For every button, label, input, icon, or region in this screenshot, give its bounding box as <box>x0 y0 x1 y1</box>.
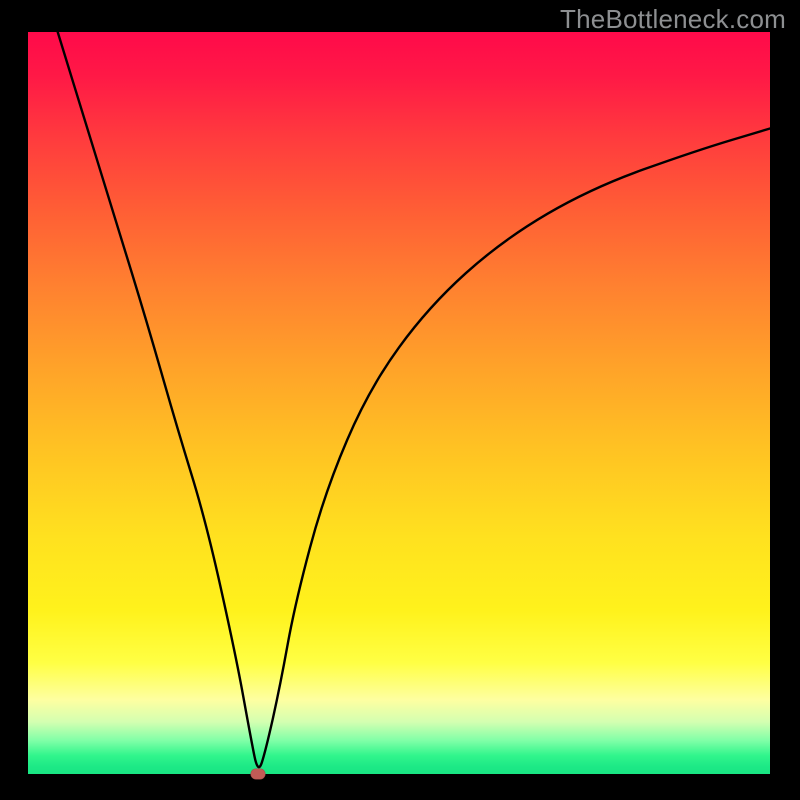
curve-path <box>58 32 770 767</box>
watermark-text: TheBottleneck.com <box>560 4 786 35</box>
gradient-plot-area <box>28 32 770 774</box>
chart-frame: TheBottleneck.com <box>0 0 800 800</box>
bottleneck-curve <box>28 32 770 774</box>
optimum-marker <box>251 769 266 780</box>
